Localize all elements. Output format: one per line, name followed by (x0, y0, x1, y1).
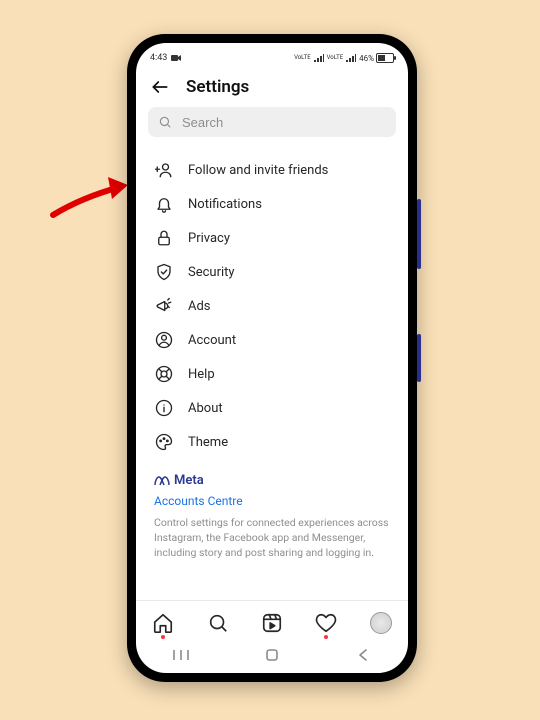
nav-home[interactable] (252, 648, 292, 662)
reels-icon (261, 612, 283, 634)
item-label: Ads (188, 299, 211, 314)
item-label: Account (188, 333, 236, 348)
item-privacy[interactable]: Privacy (140, 221, 404, 255)
item-follow-invite[interactable]: Follow and invite friends (140, 153, 404, 187)
tab-search[interactable] (204, 612, 232, 634)
meta-icon (154, 475, 170, 487)
item-label: Notifications (188, 197, 262, 212)
avatar (370, 612, 392, 634)
item-label: Help (188, 367, 215, 382)
item-label: Theme (188, 435, 228, 450)
battery-percent: 46% (359, 54, 374, 63)
tab-activity[interactable] (312, 612, 340, 634)
user-circle-icon (154, 331, 174, 349)
back-button[interactable] (150, 77, 170, 97)
signal-icon (346, 54, 356, 62)
meta-brand-label: Meta (174, 473, 204, 488)
item-label: About (188, 401, 223, 416)
shield-check-icon (154, 263, 174, 281)
nav-home-icon (265, 648, 279, 662)
item-theme[interactable]: Theme (140, 425, 404, 459)
camera-icon (171, 54, 181, 62)
item-notifications[interactable]: Notifications (140, 187, 404, 221)
item-security[interactable]: Security (140, 255, 404, 289)
item-about[interactable]: About (140, 391, 404, 425)
meta-description: Control settings for connected experienc… (154, 515, 390, 561)
heart-icon (315, 612, 337, 634)
network-label: VoLTE (294, 55, 311, 61)
phone-mockup: 4:43 VoLTE VoLTE 46% Settings (127, 34, 417, 682)
phone-side-button (417, 334, 421, 382)
person-add-icon (154, 161, 174, 179)
search-bar[interactable] (148, 107, 396, 137)
item-help[interactable]: Help (140, 357, 404, 391)
search-icon (158, 115, 172, 129)
settings-list: Follow and invite friends Notifications … (136, 143, 408, 600)
lock-icon (154, 229, 174, 247)
page-title: Settings (186, 77, 249, 97)
accounts-centre-link[interactable]: Accounts Centre (154, 494, 243, 508)
tab-home[interactable] (149, 612, 177, 634)
signal-icon (314, 54, 324, 62)
notification-dot (161, 635, 165, 639)
item-label: Privacy (188, 231, 230, 246)
item-ads[interactable]: Ads (140, 289, 404, 323)
network-label: VoLTE (327, 55, 344, 61)
notification-dot (324, 635, 328, 639)
bottom-tab-bar (136, 600, 408, 643)
item-label: Follow and invite friends (188, 163, 328, 178)
android-nav-bar (136, 643, 408, 673)
search-input[interactable] (180, 114, 386, 131)
arrow-left-icon (150, 77, 170, 97)
phone-screen: 4:43 VoLTE VoLTE 46% Settings (136, 43, 408, 673)
annotation-arrow (48, 155, 138, 225)
info-icon (154, 399, 174, 417)
megaphone-icon (154, 297, 174, 315)
palette-icon (154, 433, 174, 451)
search-icon (207, 612, 229, 634)
bell-icon (154, 195, 174, 213)
tab-reels[interactable] (258, 612, 286, 634)
phone-side-button (417, 199, 421, 269)
status-bar: 4:43 VoLTE VoLTE 46% (136, 43, 408, 69)
meta-brand: Meta (154, 473, 390, 488)
recents-icon (172, 648, 190, 662)
lifebuoy-icon (154, 365, 174, 383)
nav-back[interactable] (343, 648, 383, 662)
battery-indicator: 46% (359, 53, 394, 63)
item-account[interactable]: Account (140, 323, 404, 357)
meta-section: Meta Accounts Centre Control settings fo… (140, 459, 404, 569)
nav-back-icon (357, 648, 369, 662)
item-label: Security (188, 265, 235, 280)
app-header: Settings (136, 69, 408, 107)
home-icon (152, 612, 174, 634)
nav-recents[interactable] (161, 648, 201, 662)
status-time: 4:43 (150, 53, 167, 63)
tab-profile[interactable] (367, 612, 395, 634)
